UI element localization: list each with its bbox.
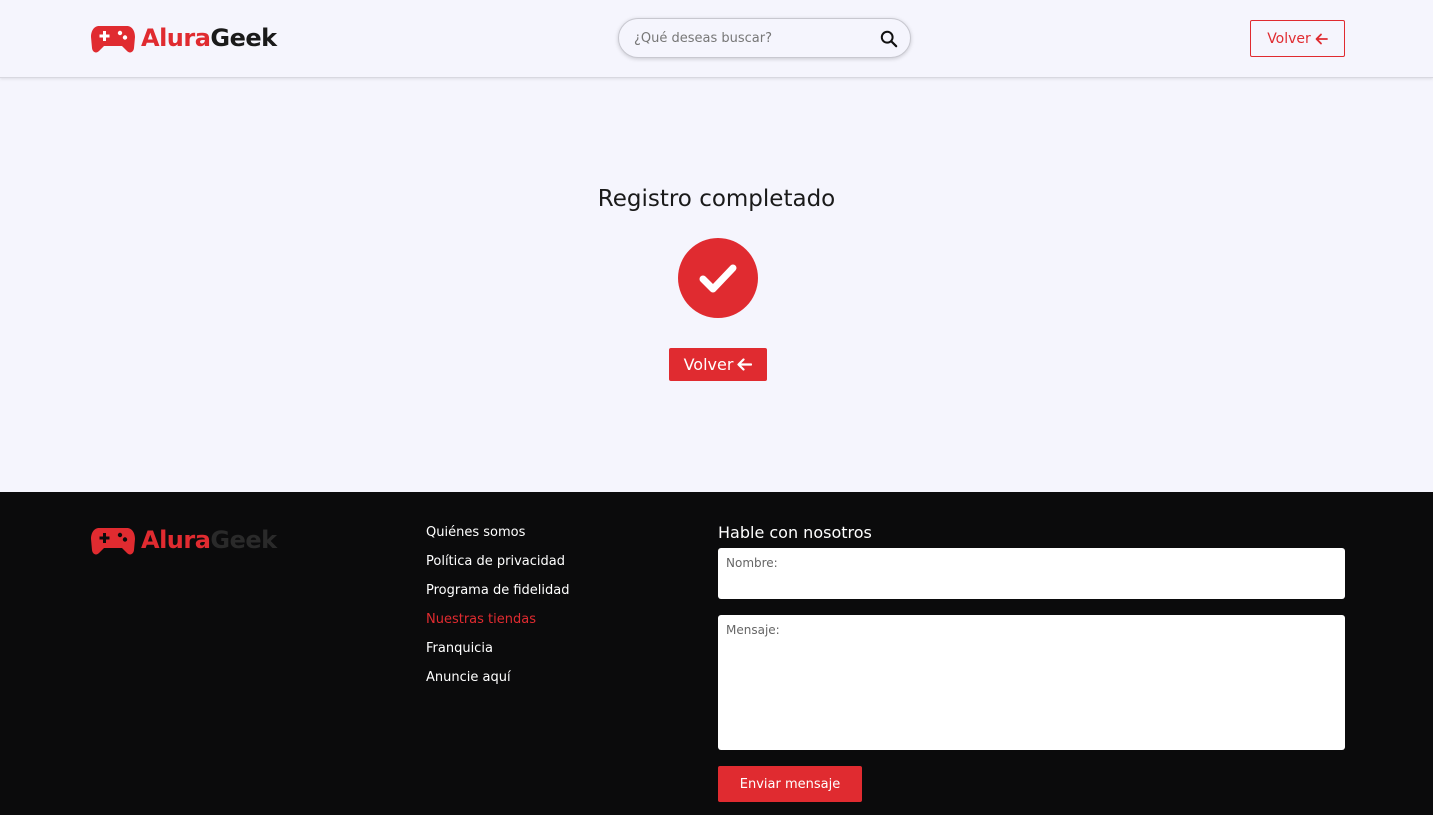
arrow-left-icon (1315, 33, 1328, 44)
search-bar (618, 18, 911, 58)
check-circle-icon (678, 238, 758, 318)
footer-link-politica-privacidad[interactable]: Política de privacidad (426, 554, 569, 583)
search-icon[interactable] (880, 30, 898, 48)
message-field-label: Mensaje: (726, 623, 780, 637)
footer-link-franquicia[interactable]: Franquicia (426, 641, 569, 670)
logo-text-alura: Alura (141, 526, 211, 554)
header-back-label: Volver (1267, 30, 1311, 47)
footer-link-nuestras-tiendas[interactable]: Nuestras tiendas (426, 612, 569, 641)
footer-link-programa-fidelidad[interactable]: Programa de fidelidad (426, 583, 569, 612)
logo-text-alura: Alura (141, 24, 211, 52)
gamepad-icon (91, 26, 135, 53)
logo-text-geek: Geek (210, 526, 277, 554)
contact-title: Hable con nosotros (718, 523, 872, 542)
name-field-label: Nombre: (726, 556, 778, 570)
gamepad-icon (91, 528, 135, 555)
footer-link-anuncie-aqui[interactable]: Anuncie aquí (426, 670, 569, 699)
footer-logo[interactable]: AluraGeek (91, 524, 277, 556)
send-message-button[interactable]: Enviar mensaje (718, 766, 862, 802)
main-back-button[interactable]: Volver (669, 348, 767, 381)
site-header: AluraGeek Volver (0, 0, 1433, 78)
footer-links: Quiénes somos Política de privacidad Pro… (426, 525, 569, 699)
arrow-left-icon (737, 358, 753, 371)
footer-link-quienes-somos[interactable]: Quiénes somos (426, 525, 569, 554)
main-back-label: Volver (683, 355, 734, 374)
page-title: Registro completado (597, 186, 836, 212)
logo-text-geek: Geek (210, 24, 277, 52)
header-back-button[interactable]: Volver (1250, 20, 1345, 57)
header-logo[interactable]: AluraGeek (91, 22, 277, 54)
site-footer: AluraGeek Quiénes somos Política de priv… (0, 492, 1433, 815)
name-field[interactable]: Nombre: (718, 548, 1345, 599)
message-field[interactable]: Mensaje: (718, 615, 1345, 750)
search-input[interactable] (634, 30, 874, 46)
